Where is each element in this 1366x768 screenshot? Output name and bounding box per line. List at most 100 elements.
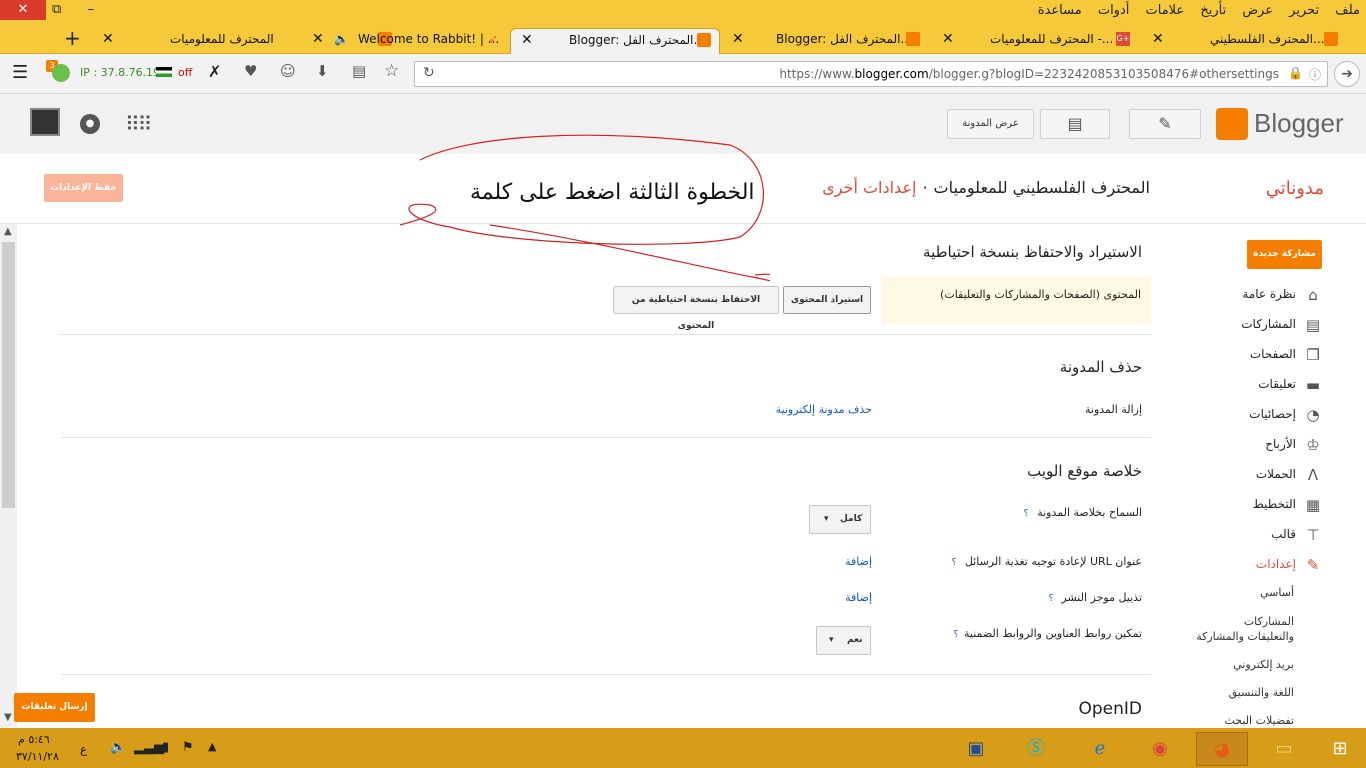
scroll-down-icon[interactable]: ▼ xyxy=(4,712,12,723)
sidebar-item-earnings[interactable]: ♔ الأرباح xyxy=(1265,434,1322,454)
reading-list-icon[interactable]: ▤ xyxy=(352,62,366,80)
notifications-bell-icon[interactable]: ● xyxy=(80,114,100,134)
volume-icon[interactable]: 🔈 xyxy=(110,740,126,755)
sidebar-item-comments[interactable]: ▬ تعليقات xyxy=(1258,374,1322,394)
allow-feed-select[interactable]: ▾ كامل xyxy=(809,505,871,534)
tab-3[interactable]: ✕ Blogger: المحترف الفل... xyxy=(730,28,930,54)
sidebar-subitem-search-preferences[interactable]: تفضيلات البحث xyxy=(1224,714,1294,727)
close-icon[interactable]: ✕ xyxy=(521,29,533,51)
tab-2[interactable]: ✕ المحترف للمعلوميات -... G+ xyxy=(940,28,1140,54)
sidebar-item-stats[interactable]: ◔ إحصائيات xyxy=(1249,404,1322,424)
bookmark-star-icon[interactable]: ☆ xyxy=(384,61,399,81)
sidebar-item-template[interactable]: ⊤ قالب xyxy=(1271,524,1322,544)
window-restore-button[interactable]: ⧉ xyxy=(52,2,61,17)
sidebar-subitem-email[interactable]: بريد إلكتروني xyxy=(1233,658,1294,671)
enclosure-links-label: تمكين روابط العناوين والروابط الضمنية xyxy=(964,627,1142,640)
sidebar-item-label: التخطيط xyxy=(1252,497,1296,511)
clock-time[interactable]: ٥:٤٦ م xyxy=(18,733,50,746)
file-explorer-icon[interactable]: ▭ xyxy=(1258,732,1310,766)
menu-file[interactable]: ملف xyxy=(1335,3,1360,18)
send-feedback-button[interactable]: إرسال تعليقات xyxy=(14,693,95,722)
internet-explorer-icon[interactable]: ℯ xyxy=(1074,732,1126,766)
close-icon[interactable]: ✕ xyxy=(102,28,114,50)
apps-grid-icon[interactable]: ⠿⠿ xyxy=(125,112,152,136)
emoji-icon[interactable]: ☺ xyxy=(280,62,296,80)
add-redirect-link[interactable]: إضافة xyxy=(845,555,872,568)
content-scrollbar[interactable]: ▲ ▼ xyxy=(0,224,17,728)
vpn-icon[interactable] xyxy=(52,64,70,82)
view-blog-button[interactable]: عرض المدونة xyxy=(947,109,1034,139)
close-icon[interactable]: ✕ xyxy=(942,28,954,50)
navigation-toolbar: ☰ 3 IP : 37.8.76.19 off ✗ ♥ ☺ ⬇ ▤ ☆ ↻ ht… xyxy=(0,54,1366,94)
close-icon[interactable]: ✕ xyxy=(732,28,744,50)
menu-bookmarks[interactable]: علامات xyxy=(1146,3,1185,18)
delete-blog-link[interactable]: حذف مدونة إلكترونية xyxy=(776,403,872,416)
sidebar-subitem-basic[interactable]: أساسي xyxy=(1260,586,1294,599)
sidebar-subitem-language[interactable]: اللغة والتنسيق xyxy=(1229,686,1294,699)
menu-view[interactable]: عرض xyxy=(1242,3,1273,18)
action-center-flag-icon[interactable]: ⚑ xyxy=(182,740,194,755)
reload-icon[interactable]: ↻ xyxy=(423,65,435,81)
scrollbar-thumb[interactable] xyxy=(2,242,15,508)
clock-date[interactable]: ٣٧/١١/٢٨ xyxy=(16,750,59,763)
windows-start-icon[interactable]: ⊞ xyxy=(1314,732,1366,766)
scroll-up-icon[interactable]: ▲ xyxy=(4,226,12,237)
info-icon[interactable]: ⓘ xyxy=(1309,66,1321,83)
sidebar-item-settings[interactable]: ✎ إعدادات xyxy=(1256,554,1322,574)
network-signal-icon[interactable]: ▂▃▅ xyxy=(134,740,164,755)
chrome-icon[interactable]: ◉ xyxy=(1134,732,1186,766)
control-panel-icon[interactable]: ▣ xyxy=(950,732,1002,766)
menu-history[interactable]: تأريخ xyxy=(1200,3,1226,18)
new-tab-button[interactable]: + xyxy=(64,26,81,50)
blog-name[interactable]: المحترف الفلسطيني للمعلوميات xyxy=(934,178,1150,197)
x-icon[interactable]: ✗ xyxy=(208,62,221,81)
sidebar-item-layout[interactable]: ▦ التخطيط xyxy=(1253,494,1322,514)
sidebar-item-campaigns[interactable]: Ʌ الحملات xyxy=(1256,464,1322,484)
tab-6[interactable]: ✕ المحترف للمعلوميات xyxy=(100,28,392,54)
menu-help[interactable]: مساعدة xyxy=(1038,3,1082,18)
backup-content-button[interactable]: الاحتفاظ بنسخة احتياطية من المحتوى xyxy=(613,286,779,331)
help-icon[interactable]: ؟ xyxy=(1045,593,1057,605)
window-controls: ⧉ – xyxy=(52,2,116,17)
url-bar[interactable]: ↻ https://www.blogger.com/blogger.g?blog… xyxy=(414,61,1328,87)
profile-avatar[interactable] xyxy=(30,108,60,136)
battery-icon[interactable]: ▮ xyxy=(162,740,169,755)
pocket-icon[interactable]: ♥ xyxy=(244,62,257,80)
sidebar-item-pages[interactable]: ❐ الصفحات xyxy=(1250,344,1322,364)
view-posts-icon[interactable]: ▤ xyxy=(1040,109,1110,139)
menu-edit[interactable]: تحرير xyxy=(1289,3,1319,18)
window-close-button[interactable]: ✕ xyxy=(0,0,46,20)
sidebar-subitem-posts-comments[interactable]: المشاركات والتعليقات والمشاركة xyxy=(1194,614,1294,644)
new-post-pencil-icon[interactable]: ✎ xyxy=(1129,109,1201,139)
add-footer-link[interactable]: إضافة xyxy=(845,591,872,604)
tab-1[interactable]: ✕ المحترف الفلسطيني... xyxy=(1150,28,1350,54)
blogger-logo-icon[interactable] xyxy=(1216,108,1248,140)
window-minimize-button[interactable]: – xyxy=(87,2,94,17)
download-icon[interactable]: ⬇ xyxy=(316,62,329,80)
help-icon[interactable]: ؟ xyxy=(950,629,962,641)
import-content-button[interactable]: استيراد المحتوى xyxy=(783,286,871,314)
tab-4-active[interactable]: ✕ Blogger: المحترف الفل... xyxy=(510,28,720,54)
blogger-logo-text[interactable]: Blogger xyxy=(1254,108,1344,139)
close-icon[interactable]: ✕ xyxy=(1152,28,1164,50)
help-icon[interactable]: ؟ xyxy=(948,557,960,569)
my-blogs-link[interactable]: مدوناتي xyxy=(1266,178,1324,199)
save-settings-button[interactable]: حفظ الإعدادات xyxy=(44,174,123,202)
menu-tools[interactable]: أدوات xyxy=(1098,3,1130,18)
close-icon[interactable]: ✕ xyxy=(312,28,324,50)
skype-icon[interactable]: Ⓢ xyxy=(1010,732,1062,766)
rabbit-favicon-icon: ➶ xyxy=(488,32,499,46)
sidebar-item-label: الأرباح xyxy=(1265,437,1296,451)
sidebar-item-overview[interactable]: ⌂ نظرة عامة xyxy=(1242,284,1322,304)
firefox-icon[interactable]: ◕ xyxy=(1196,732,1248,766)
hamburger-menu-icon[interactable]: ☰ xyxy=(12,62,28,83)
show-hidden-icons-icon[interactable]: ▲ xyxy=(208,740,216,753)
posts-icon: ▤ xyxy=(1305,315,1321,334)
input-language[interactable]: ع xyxy=(80,742,87,756)
go-forward-icon[interactable]: ➔ xyxy=(1334,61,1360,87)
sidebar-item-posts[interactable]: ▤ المشاركات xyxy=(1241,314,1322,334)
tab-5[interactable]: ✕ 🔈 Welcome to Rabbit! | ... ➶ xyxy=(310,28,510,54)
enclosure-links-select[interactable]: ▾ نعم xyxy=(816,626,871,655)
help-icon[interactable]: ؟ xyxy=(1020,508,1032,520)
new-post-button[interactable]: مشاركة جديدة xyxy=(1247,240,1322,269)
